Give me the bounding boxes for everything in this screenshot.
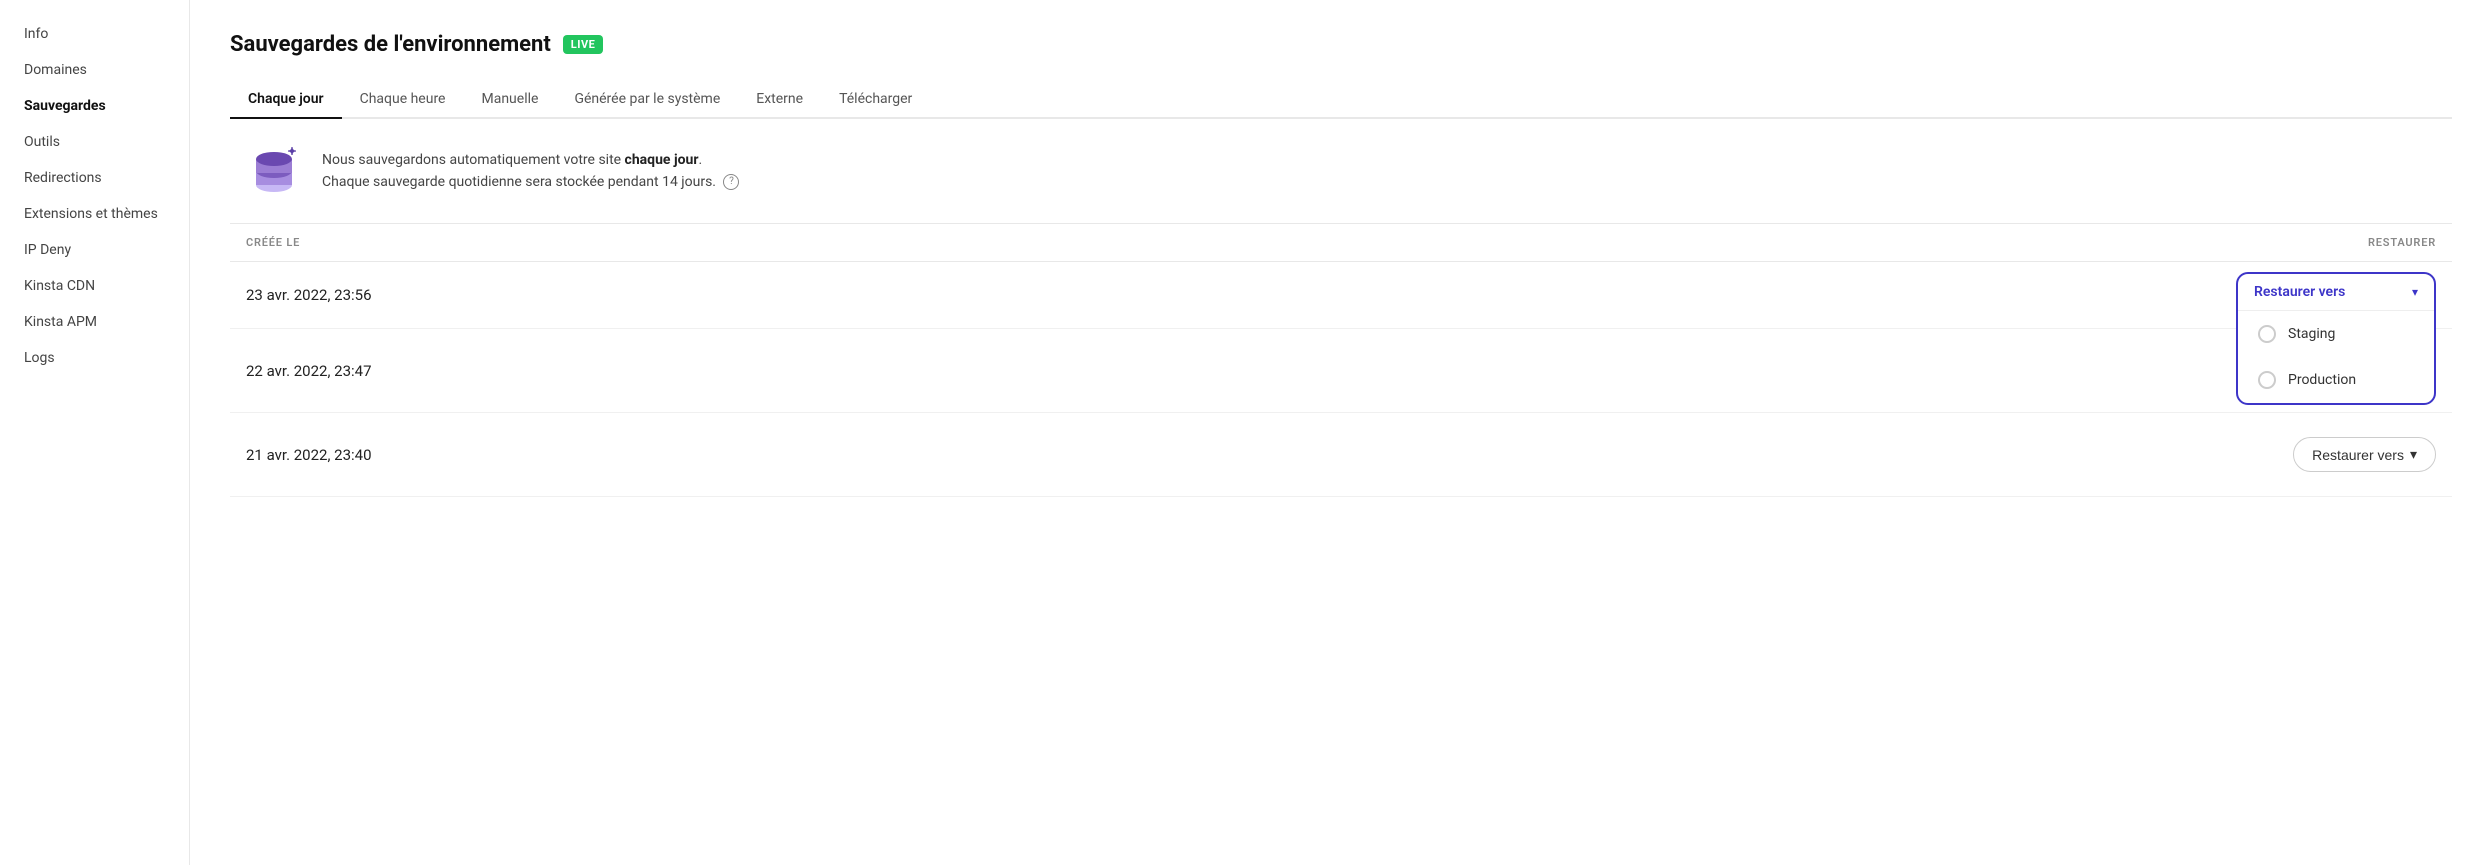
- tab-telecharger[interactable]: Télécharger: [821, 81, 930, 119]
- tab-chaque-jour[interactable]: Chaque jour: [230, 81, 342, 119]
- tab-manuelle[interactable]: Manuelle: [463, 81, 556, 119]
- chevron-down-icon: ▾: [2410, 446, 2417, 463]
- radio-production[interactable]: [2258, 371, 2276, 389]
- table-header: CRÉÉE LE RESTAURER: [230, 224, 2452, 262]
- backup-date: 21 avr. 2022, 23:40: [246, 446, 372, 464]
- info-box: Nous sauvegardons automatiquement votre …: [230, 119, 2452, 224]
- radio-staging[interactable]: [2258, 325, 2276, 343]
- tab-chaque-heure[interactable]: Chaque heure: [342, 81, 464, 119]
- restore-btn-label: Restaurer vers: [2312, 447, 2404, 463]
- restore-dropdown-popup: Restaurer vers ▾ Staging Production: [2236, 272, 2436, 405]
- info-second-line: Chaque sauvegarde quotidienne sera stock…: [322, 174, 716, 190]
- restore-option-label: Staging: [2288, 326, 2335, 342]
- backup-illustration-icon: [246, 143, 302, 199]
- restore-option-label: Production: [2288, 372, 2356, 388]
- sidebar-item-info[interactable]: Info: [0, 16, 189, 52]
- sidebar-item-outils[interactable]: Outils: [0, 124, 189, 160]
- restore-option-production[interactable]: Production: [2238, 357, 2434, 403]
- info-text-after: .: [698, 152, 702, 168]
- live-badge: LIVE: [563, 35, 604, 54]
- chevron-down-icon: ▾: [2412, 285, 2418, 299]
- info-strong: chaque jour: [625, 152, 699, 168]
- main-content: Sauvegardes de l'environnement LIVE Chaq…: [190, 0, 2492, 865]
- sidebar-item-sauvegardes[interactable]: Sauvegardes: [0, 88, 189, 124]
- info-text-before: Nous sauvegardons automatiquement votre …: [322, 152, 625, 168]
- backup-date: 23 avr. 2022, 23:56: [246, 286, 372, 304]
- tabs-container: Chaque jourChaque heureManuelleGénérée p…: [230, 81, 2452, 119]
- tab-generee[interactable]: Générée par le système: [556, 81, 738, 119]
- restore-btn-label: Restaurer vers: [2254, 284, 2345, 300]
- sidebar-item-logs[interactable]: Logs: [0, 340, 189, 376]
- page-title: Sauvegardes de l'environnement: [230, 32, 551, 57]
- restore-dropdown-header[interactable]: Restaurer vers ▾: [2238, 274, 2434, 311]
- table-rows-container: 23 avr. 2022, 23:56 Restaurer vers ▾ Stagin…: [230, 262, 2452, 497]
- table-row: 23 avr. 2022, 23:56Restaurer vers▾Stagin…: [230, 262, 2452, 329]
- table-row: 21 avr. 2022, 23:40 Restaurer vers ▾: [230, 413, 2452, 497]
- restore-button[interactable]: Restaurer vers ▾: [2293, 437, 2436, 472]
- table-row: 22 avr. 2022, 23:47Restaurer vers▾: [230, 329, 2452, 413]
- backup-date: 22 avr. 2022, 23:47: [246, 362, 372, 380]
- sidebar-item-extensions[interactable]: Extensions et thèmes: [0, 196, 189, 232]
- sidebar-item-kinsta-cdn[interactable]: Kinsta CDN: [0, 268, 189, 304]
- info-description: Nous sauvegardons automatiquement votre …: [322, 149, 739, 194]
- restore-option-staging[interactable]: Staging: [2238, 311, 2434, 357]
- header-created: CRÉÉE LE: [246, 236, 300, 249]
- sidebar-item-domaines[interactable]: Domaines: [0, 52, 189, 88]
- sidebar-item-ip-deny[interactable]: IP Deny: [0, 232, 189, 268]
- header-restore: RESTAURER: [2368, 236, 2436, 249]
- tab-externe[interactable]: Externe: [738, 81, 821, 119]
- help-icon[interactable]: ?: [723, 174, 739, 190]
- sidebar-item-redirections[interactable]: Redirections: [0, 160, 189, 196]
- sidebar: InfoDomainesSauvegardesOutilsRedirection…: [0, 0, 190, 865]
- page-header: Sauvegardes de l'environnement LIVE: [230, 32, 2452, 57]
- sidebar-item-kinsta-apm[interactable]: Kinsta APM: [0, 304, 189, 340]
